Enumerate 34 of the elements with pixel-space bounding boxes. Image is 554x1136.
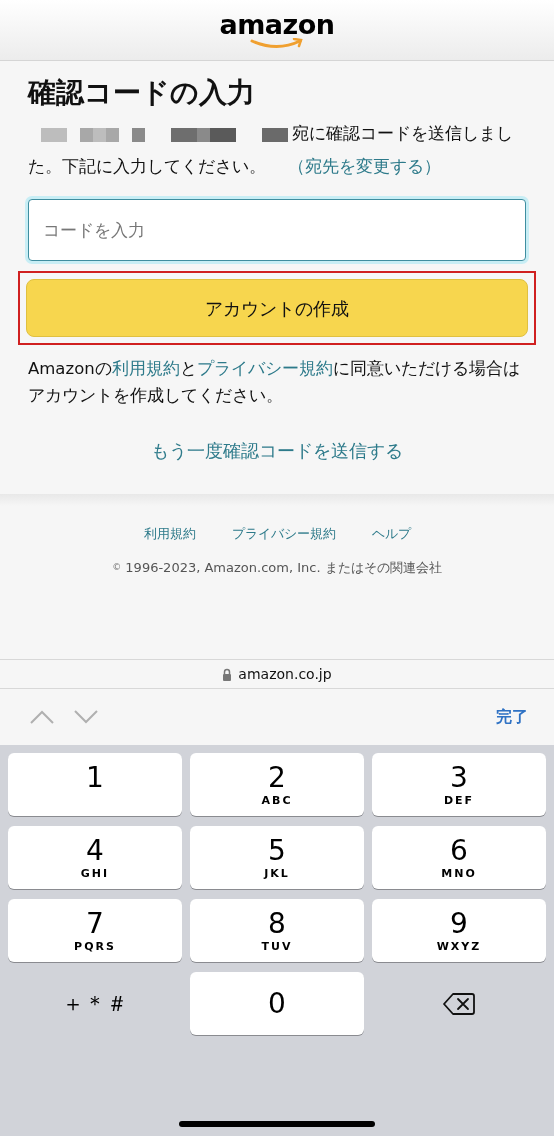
digit-key[interactable]: 1 xyxy=(8,753,182,816)
lock-icon xyxy=(222,667,233,681)
code-input-field[interactable]: コードを入力 xyxy=(28,199,526,262)
digit-key[interactable]: 0 xyxy=(190,972,364,1035)
create-account-button[interactable]: アカウントの作成 xyxy=(26,279,528,338)
change-recipient-link[interactable]: （宛先を変更する） xyxy=(288,157,441,177)
page-title: 確認コードの入力 xyxy=(28,75,256,111)
copyright-icon: © xyxy=(112,560,122,575)
terms-link[interactable]: プライバシー規約 xyxy=(196,359,333,379)
digit-key[interactable]: 6 MNO xyxy=(372,826,546,889)
digit-key[interactable]: 5 JKL xyxy=(190,826,364,889)
footer-link[interactable]: 利用規約 xyxy=(143,524,196,544)
digit-key[interactable]: 8 TUV xyxy=(190,899,364,962)
digit-key[interactable]: 4 GHI xyxy=(8,826,182,889)
previous-field-icon[interactable] xyxy=(30,710,54,724)
digit-key[interactable]: 7 PQRS xyxy=(8,899,182,962)
smile-arrow-icon xyxy=(250,37,304,50)
digit-key[interactable]: 9 WXYZ xyxy=(372,899,546,962)
terms-link[interactable]: 利用規約 xyxy=(111,359,180,379)
digit-key[interactable]: 2 ABC xyxy=(190,753,364,816)
copyright-text: 1996-2023, Amazon.com, Inc. またはその関連会社 xyxy=(125,558,442,577)
agreement-text: Amazonの利用規約 と プライバシー規約に同意いただける場合はアカウントを作成してください。 xyxy=(28,358,521,408)
symbol-key[interactable]: ＋＊＃ xyxy=(8,972,182,1035)
amazon-logo[interactable]: amazon xyxy=(219,10,335,38)
sent-message: 宛に確認コードを送信しました。下記に入力してください。 （宛先を変更する） xyxy=(28,123,514,179)
url-text: amazon.co.jp xyxy=(238,664,332,684)
backspace-icon xyxy=(443,991,475,1016)
address-bar[interactable]: amazon.co.jp xyxy=(0,659,554,689)
next-field-icon[interactable] xyxy=(74,710,98,724)
resend-code-link[interactable]: もう一度確認コードを送信する xyxy=(151,437,403,465)
footer-link[interactable]: ヘルプ xyxy=(371,524,411,544)
done-button[interactable]: 完了 xyxy=(496,705,528,729)
digit-key[interactable]: 3 DEF xyxy=(372,753,546,816)
footer-link[interactable]: プライバシー規約 xyxy=(231,524,336,544)
